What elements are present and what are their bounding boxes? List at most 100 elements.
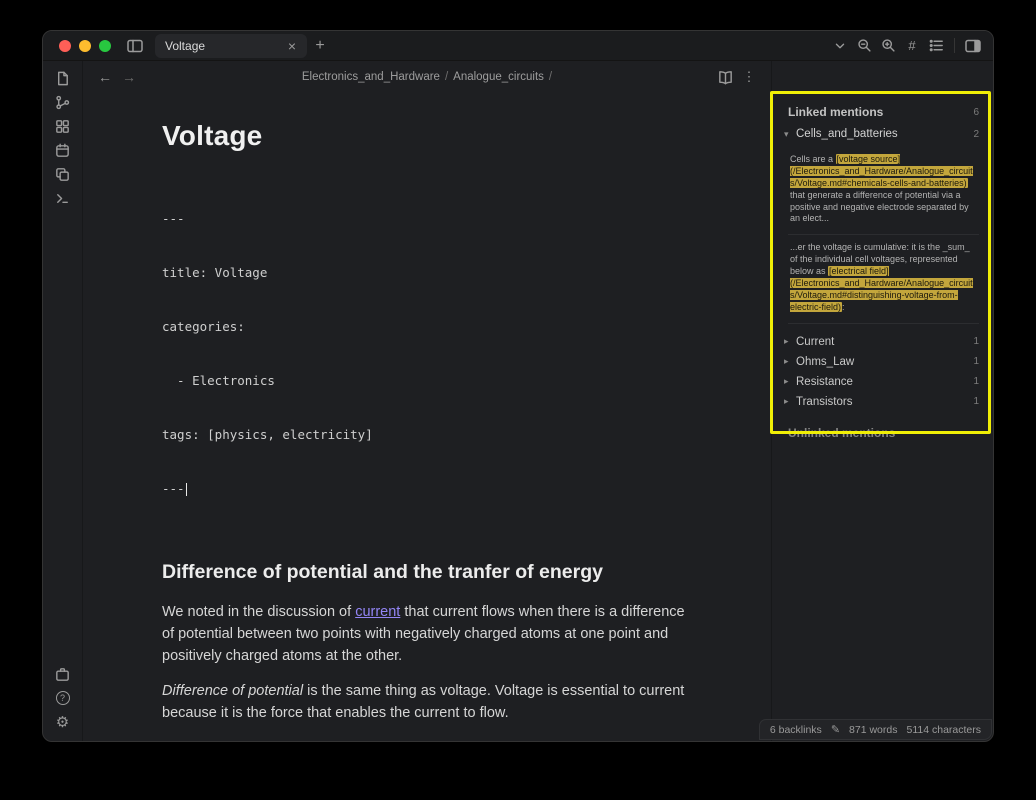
character-count-status: 5114 characters <box>906 724 981 736</box>
backlink-results: Cells are a [voltage source](/Electronic… <box>788 147 979 324</box>
breadcrumb-separator: / <box>549 71 552 83</box>
forward-arrow-icon[interactable]: → <box>117 65 141 89</box>
backlink-group-name: Ohms_Law <box>796 356 854 368</box>
unlinked-mentions-header[interactable]: Unlinked mentions <box>788 426 979 440</box>
linked-mentions-count: 6 <box>973 107 979 118</box>
calendar-icon[interactable] <box>51 138 75 162</box>
linked-mentions-label: Linked mentions <box>788 105 883 119</box>
outline-pane-icon[interactable] <box>924 34 948 58</box>
snippet-text: : <box>842 302 845 312</box>
terminal-icon[interactable] <box>51 186 75 210</box>
frontmatter-line: --- <box>162 480 692 498</box>
tab-voltage[interactable]: Voltage × <box>155 34 307 58</box>
text-cursor <box>186 483 187 496</box>
internal-link-current[interactable]: current <box>355 604 400 620</box>
emphasized-text: Difference of potential <box>162 683 303 699</box>
graph-view-icon[interactable] <box>51 90 75 114</box>
nav-arrows: ← → <box>83 65 141 89</box>
window-controls <box>43 40 123 52</box>
new-tab-icon[interactable]: + <box>307 37 333 55</box>
frontmatter-line: tags: [physics, electricity] <box>162 426 692 444</box>
snippet-text: that generate a difference of potential … <box>790 190 969 224</box>
settings-gear-icon[interactable]: ⚙ <box>51 710 75 734</box>
section-heading: Difference of potential and the tranfer … <box>162 558 692 588</box>
backlink-group-current[interactable]: ▸ Current 1 <box>784 332 979 352</box>
backlink-group-name: Current <box>796 336 834 348</box>
backlink-group-name: Resistance <box>796 376 853 388</box>
backlink-result[interactable]: Cells are a [voltage source](/Electronic… <box>788 147 979 234</box>
close-window-button[interactable] <box>59 40 71 52</box>
backlink-group-count: 1 <box>973 336 979 347</box>
backlink-group-transistors[interactable]: ▸ Transistors 1 <box>784 392 979 412</box>
workspace: ? ⚙ ← → Electronics_and_Hardware / Analo… <box>43 61 993 742</box>
zoom-window-button[interactable] <box>99 40 111 52</box>
help-icon[interactable]: ? <box>51 686 75 710</box>
templates-icon[interactable] <box>51 162 75 186</box>
frontmatter-line: --- <box>162 210 692 228</box>
tab-title: Voltage <box>165 39 283 53</box>
backlink-result[interactable]: ...er the voltage is cumulative: it is t… <box>788 234 979 322</box>
frontmatter-line: title: Voltage <box>162 264 692 282</box>
view-header: ← → Electronics_and_Hardware / Analogue_… <box>83 61 771 93</box>
backlink-count-status[interactable]: 6 backlinks <box>770 724 822 736</box>
edit-mode-icon[interactable]: ✎ <box>831 723 840 736</box>
left-ribbon: ? ⚙ <box>43 61 83 742</box>
tags-pane-icon[interactable]: # <box>900 34 924 58</box>
chevron-right-icon[interactable]: ▸ <box>784 356 796 367</box>
backlink-group-resistance[interactable]: ▸ Resistance 1 <box>784 372 979 392</box>
chevron-down-icon[interactable]: ▾ <box>784 129 796 140</box>
editor-pane: ← → Electronics_and_Hardware / Analogue_… <box>83 61 771 742</box>
breadcrumb-folder[interactable]: Electronics_and_Hardware <box>302 71 440 83</box>
backlink-group-count: 1 <box>973 356 979 367</box>
ribbon-bottom: ? ⚙ <box>51 662 75 734</box>
backlinks-pane-icon[interactable] <box>852 34 876 58</box>
backlink-group-count: 1 <box>973 376 979 387</box>
reading-mode-icon[interactable] <box>713 65 737 89</box>
backlink-group-count: 1 <box>973 396 979 407</box>
text-segment: We noted in the discussion of <box>162 604 355 620</box>
frontmatter-line: categories: <box>162 318 692 336</box>
markdown-document: Voltage --- title: Voltage categories: -… <box>162 93 692 742</box>
view-actions: ⋮ <box>713 65 771 89</box>
backlink-group-ohms-law[interactable]: ▸ Ohms_Law 1 <box>784 352 979 372</box>
frontmatter-text: --- <box>162 481 185 496</box>
paragraph: We noted in the discussion of current th… <box>162 601 692 667</box>
paragraph: Without voltage there can be no current … <box>162 737 692 742</box>
new-note-icon[interactable] <box>51 66 75 90</box>
backlinks-content: Linked mentions 6 ▾ Cells_and_batteries … <box>772 61 994 440</box>
help-glyph: ? <box>56 691 70 705</box>
canvas-grid-icon[interactable] <box>51 114 75 138</box>
tab-close-icon[interactable]: × <box>283 38 301 54</box>
chevron-right-icon[interactable]: ▸ <box>784 396 796 407</box>
word-count-status: 871 words <box>849 724 897 736</box>
frontmatter[interactable]: --- title: Voltage categories: - Electro… <box>162 174 692 534</box>
left-sidebar-toggle-icon[interactable] <box>123 34 147 58</box>
chevron-right-icon[interactable]: ▸ <box>784 336 796 347</box>
outgoing-links-pane-icon[interactable] <box>876 34 900 58</box>
snippet-text: Cells are a <box>790 154 836 164</box>
frontmatter-line: - Electronics <box>162 372 692 390</box>
linked-mentions-header[interactable]: Linked mentions 6 <box>788 105 979 119</box>
right-sidebar-toggle-icon[interactable] <box>961 34 985 58</box>
editor-content[interactable]: Voltage --- title: Voltage categories: -… <box>83 93 771 742</box>
status-bar: 6 backlinks ✎ 871 words 5114 characters <box>759 719 992 740</box>
breadcrumb-separator: / <box>445 71 448 83</box>
tab-list-chevron-icon[interactable] <box>828 34 852 58</box>
breadcrumb-subfolder[interactable]: Analogue_circuits <box>453 71 544 83</box>
paragraph: Difference of potential is the same thin… <box>162 680 692 724</box>
backlink-group-cells-and-batteries[interactable]: ▾ Cells_and_batteries 2 <box>784 128 979 140</box>
vault-switcher-icon[interactable] <box>51 662 75 686</box>
back-arrow-icon[interactable]: ← <box>93 65 117 89</box>
breadcrumb: Electronics_and_Hardware / Analogue_circ… <box>302 71 552 83</box>
titlebar-divider <box>954 38 955 53</box>
titlebar: Voltage × + # <box>43 31 993 61</box>
app-window: Voltage × + # <box>42 30 994 742</box>
chevron-right-icon[interactable]: ▸ <box>784 376 796 387</box>
minimize-window-button[interactable] <box>79 40 91 52</box>
more-options-icon[interactable]: ⋮ <box>737 65 761 89</box>
backlink-group-name: Cells_and_batteries <box>796 128 898 140</box>
backlinks-pane: Linked mentions 6 ▾ Cells_and_batteries … <box>771 61 994 742</box>
backlink-group-name: Transistors <box>796 396 852 408</box>
backlink-group-count: 2 <box>973 129 979 140</box>
page-title: Voltage <box>162 115 692 158</box>
